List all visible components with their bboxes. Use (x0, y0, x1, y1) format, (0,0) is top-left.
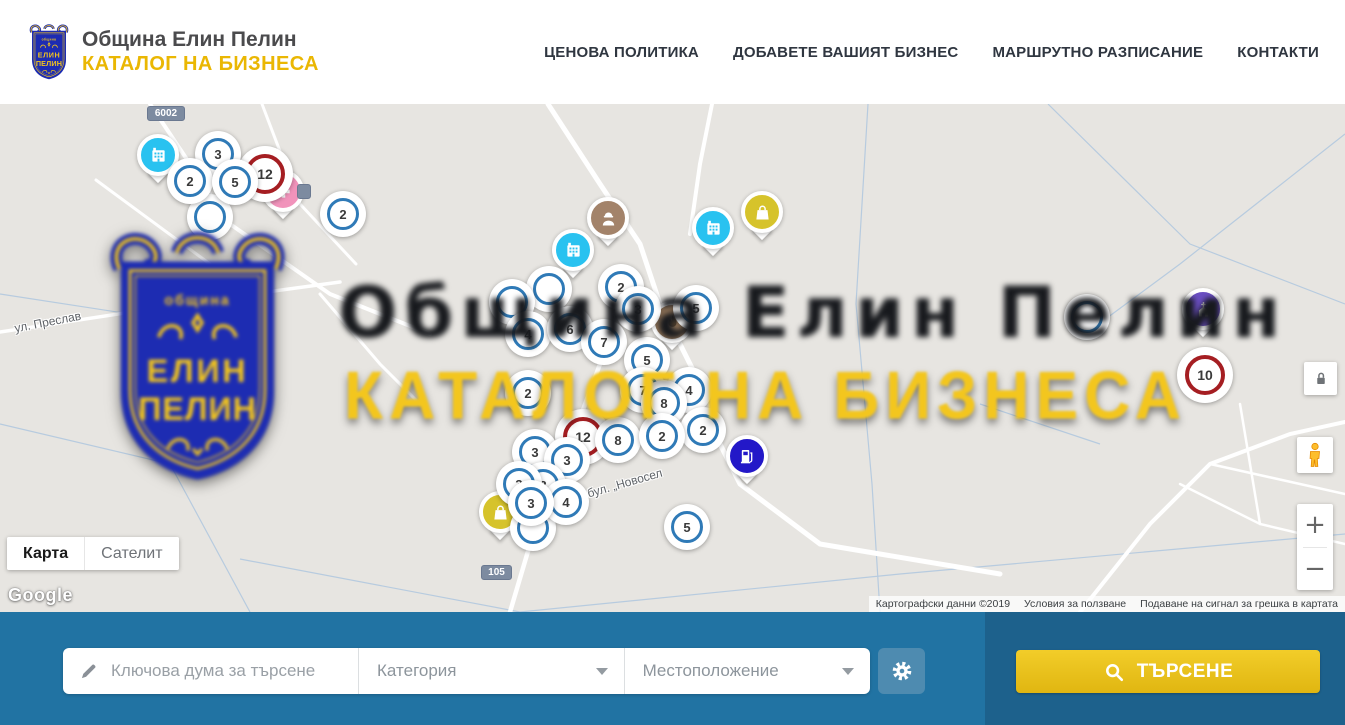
road-number-badge (297, 184, 311, 199)
fuel-icon (726, 435, 768, 477)
map-cluster-marker[interactable]: 3 (508, 480, 554, 526)
watermark-crest (85, 222, 310, 492)
cluster-count: 5 (219, 166, 251, 198)
cluster-count: 2 (174, 165, 206, 197)
location-select[interactable]: Местоположение (625, 648, 870, 694)
road-number-badge: 6002 (147, 106, 185, 121)
search-button-label: ТЪРСЕНЕ (1137, 661, 1234, 683)
bag-icon (741, 191, 783, 233)
cluster-count: 2 (327, 198, 359, 230)
map-type-map-button[interactable]: Карта (7, 537, 85, 570)
brand-title: Община Елин Пелин (82, 28, 319, 52)
search-submit-button[interactable]: ТЪРСЕНЕ (1016, 650, 1320, 693)
street-label: бул. „Новосел (586, 466, 664, 501)
map-cluster-marker[interactable]: 2 (320, 191, 366, 237)
map-cluster-marker[interactable]: 5 (212, 159, 258, 205)
header: Община Елин Пелин КАТАЛОГ НА БИЗНЕСА ЦЕН… (0, 0, 1345, 105)
lock-control[interactable] (1304, 362, 1337, 395)
nav-add-business[interactable]: ДОБАВЕТЕ ВАШИЯТ БИЗНЕС (733, 44, 958, 61)
zoom-in-button[interactable]: + (1297, 504, 1333, 546)
advanced-settings-button[interactable] (878, 648, 925, 694)
keyword-search-input[interactable] (109, 660, 343, 682)
map-type-satellite-button[interactable]: Сателит (85, 537, 178, 570)
google-map[interactable]: 12325223546752748128223383435106002105ул… (0, 104, 1345, 612)
attribution-report-link[interactable]: Подаване на сигнал за грешка в картата (1133, 598, 1345, 610)
municipality-crest-logo (26, 22, 72, 82)
pegman-icon (1304, 442, 1326, 468)
main-nav: ЦЕНОВА ПОЛИТИКА ДОБАВЕТЕ ВАШИЯТ БИЗНЕС М… (544, 44, 1319, 61)
nav-route-schedule[interactable]: МАРШРУТНО РАЗПИСАНИЕ (992, 44, 1203, 61)
map-type-control: Карта Сателит (7, 537, 179, 570)
road-number-badge: 105 (481, 565, 512, 580)
map-cluster-marker[interactable]: 5 (664, 504, 710, 550)
map-pin-factory[interactable] (692, 207, 734, 249)
worker-icon (587, 197, 629, 239)
search-bar: Категория Местоположение ТЪРСЕНЕ (0, 612, 1345, 725)
search-icon (1103, 661, 1125, 683)
attribution-terms-link[interactable]: Условия за ползване (1017, 598, 1133, 610)
attribution-copyright: Картографски данни ©2019 (869, 598, 1017, 610)
watermark-title: Община Елин Пелин (338, 272, 1287, 354)
map-attribution: Картографски данни ©2019 Условия за полз… (869, 596, 1345, 612)
pencil-icon (79, 661, 99, 681)
street-view-pegman[interactable] (1297, 437, 1333, 473)
cluster-count: 4 (550, 486, 582, 518)
street-label: ул. Преслав (13, 309, 82, 336)
brand-subtitle: КАТАЛОГ НА БИЗНЕСА (82, 53, 319, 76)
lock-icon (1311, 369, 1331, 389)
map-cluster-marker[interactable]: 2 (167, 158, 213, 204)
cluster-count: 5 (671, 511, 703, 543)
gear-icon (890, 659, 914, 683)
category-select-value: Категория (377, 661, 456, 681)
zoom-control: + − (1297, 504, 1333, 590)
factory-icon (692, 207, 734, 249)
category-select[interactable]: Категория (359, 648, 625, 694)
location-select-value: Местоположение (643, 661, 779, 681)
search-fields-group: Категория Местоположение (63, 648, 870, 694)
nav-pricing-policy[interactable]: ЦЕНОВА ПОЛИТИКА (544, 44, 699, 61)
map-pin-fuel[interactable] (726, 435, 768, 477)
cluster-count: 3 (515, 487, 547, 519)
chevron-down-icon (842, 668, 854, 675)
map-pin-bag[interactable] (741, 191, 783, 233)
google-logo[interactable]: Google (8, 585, 73, 606)
watermark-subtitle: КАТАЛОГ НА БИЗНЕСА (344, 356, 1187, 434)
chevron-down-icon (596, 668, 608, 675)
nav-contacts[interactable]: КОНТАКТИ (1237, 44, 1319, 61)
cluster-count: 10 (1185, 355, 1225, 395)
zoom-out-button[interactable]: − (1297, 548, 1333, 590)
keyword-section (63, 648, 359, 694)
map-pin-worker[interactable] (587, 197, 629, 239)
brand[interactable]: Община Елин Пелин КАТАЛОГ НА БИЗНЕСА (26, 22, 319, 82)
